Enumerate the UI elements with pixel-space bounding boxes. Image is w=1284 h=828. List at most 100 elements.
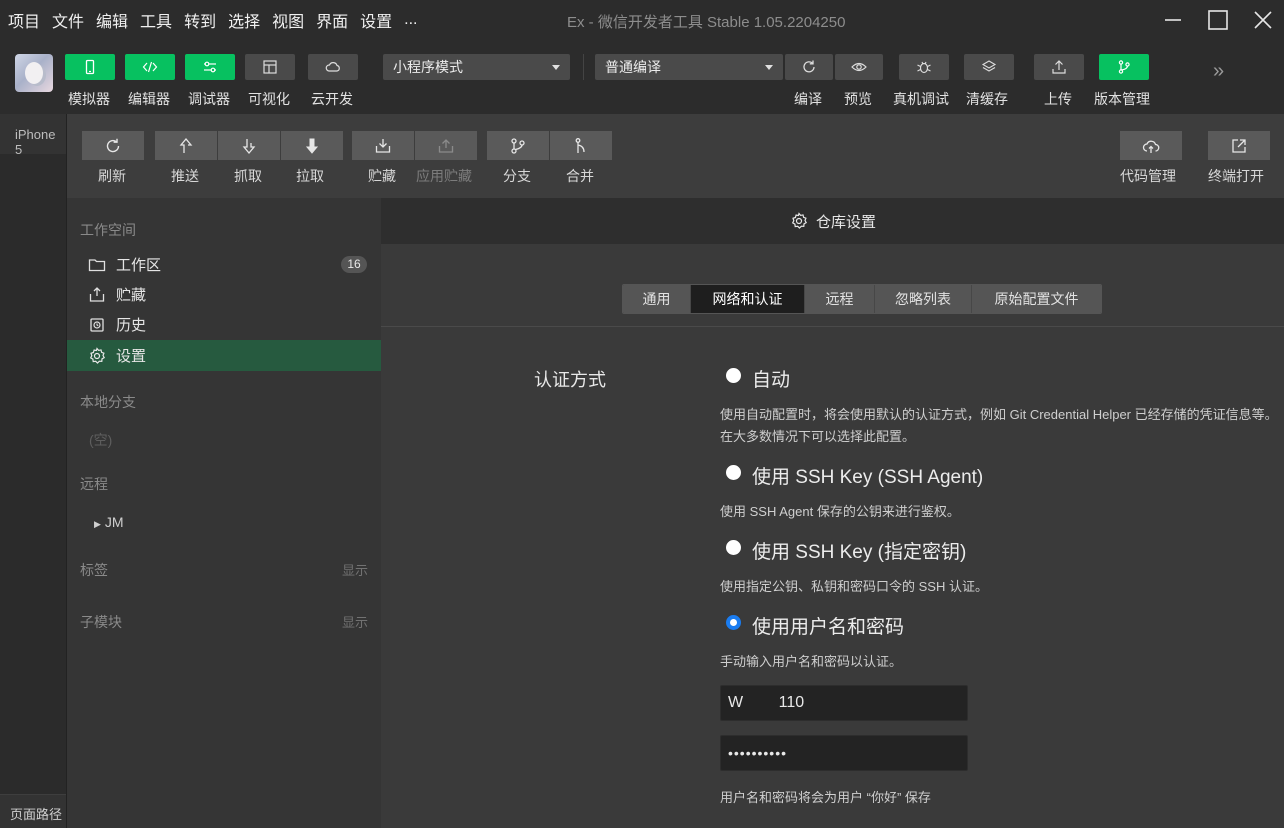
content-title-bar: 仓库设置 xyxy=(381,198,1284,244)
main-toolbar: 模拟器 编辑器 调试器 可视化 云开发 小程序模式 普通编译 编译 预览 真机调… xyxy=(0,40,1284,114)
terminal-open-button[interactable] xyxy=(1208,131,1270,160)
maximize-icon xyxy=(1208,10,1228,30)
option-ssh-agent-label[interactable]: 使用 SSH Key (SSH Agent) xyxy=(752,462,983,489)
sidebar-item-workspace[interactable]: 工作区 16 xyxy=(67,249,381,280)
sidebar-item-history[interactable]: 历史 xyxy=(67,309,381,340)
refresh-icon xyxy=(803,60,815,73)
upload-button[interactable] xyxy=(1034,54,1084,80)
tab-ignore-list[interactable]: 忽略列表 xyxy=(875,285,972,313)
remote-header: 远程 xyxy=(80,476,108,492)
gear-icon xyxy=(791,212,807,229)
folder-icon xyxy=(88,258,106,271)
refresh-label: 刷新 xyxy=(98,168,126,184)
avatar[interactable] xyxy=(15,54,53,92)
menu-file[interactable]: 文件 xyxy=(52,8,84,32)
workspace-header: 工作空间 xyxy=(80,222,136,238)
device-name[interactable]: iPhone 5 xyxy=(15,127,66,157)
radio-auto[interactable] xyxy=(726,368,741,383)
branch-button[interactable] xyxy=(487,131,549,160)
close-icon xyxy=(1254,11,1272,29)
merge-icon xyxy=(575,137,585,153)
compile-button[interactable] xyxy=(785,54,833,80)
radio-ssh-key[interactable] xyxy=(726,540,741,555)
radio-username-password[interactable] xyxy=(726,615,741,630)
maximize-button[interactable] xyxy=(1206,8,1230,32)
clear-cache-button[interactable] xyxy=(964,54,1014,80)
tags-header: 标签 xyxy=(80,562,108,578)
sidebar-item-settings[interactable]: 设置 xyxy=(67,340,381,371)
tab-raw-config[interactable]: 原始配置文件 xyxy=(972,285,1101,313)
minimize-button[interactable] xyxy=(1161,8,1185,32)
sidebar-item-label: 工作区 xyxy=(116,257,162,274)
tab-remote[interactable]: 远程 xyxy=(805,285,875,313)
option-username-password-label[interactable]: 使用用户名和密码 xyxy=(752,612,904,639)
push-button[interactable] xyxy=(155,131,217,160)
caret-right-icon: ▶ xyxy=(94,519,101,529)
gear-icon xyxy=(89,346,106,364)
tab-network-auth[interactable]: 网络和认证 xyxy=(691,285,805,313)
menu-settings[interactable]: 设置 xyxy=(360,8,392,32)
menu-tools[interactable]: 工具 xyxy=(140,8,172,32)
merge-label: 合并 xyxy=(566,168,594,184)
version-control-panel: 刷新 推送 抓取 拉取 贮藏 应用贮藏 分支 合并 代码管理 终端打开 工作空间… xyxy=(66,114,1284,828)
code-mgmt-label: 代码管理 xyxy=(1120,168,1176,184)
tab-general[interactable]: 通用 xyxy=(623,285,691,313)
username-input[interactable] xyxy=(720,685,968,721)
menu-more[interactable]: ... xyxy=(404,11,417,29)
cloud-label: 云开发 xyxy=(311,91,353,107)
apply-stash-button[interactable] xyxy=(415,131,477,160)
menu-view[interactable]: 视图 xyxy=(272,8,304,32)
sidebar-item-label: 历史 xyxy=(116,317,147,334)
pull-button[interactable] xyxy=(281,131,343,160)
preview-label: 预览 xyxy=(844,91,872,107)
option-auto-label[interactable]: 自动 xyxy=(752,365,790,392)
save-note: 用户名和密码将会为用户 “你好” 保存 xyxy=(720,790,931,805)
changes-count-badge: 16 xyxy=(341,256,367,273)
branch-label: 分支 xyxy=(503,168,531,184)
remote-item[interactable]: ▶ JM xyxy=(94,514,124,530)
cloud-icon xyxy=(325,62,340,72)
option-ssh-agent-desc: 使用 SSH Agent 保存的公钥来进行鉴权。 xyxy=(720,504,960,519)
simulator-label: 模拟器 xyxy=(68,91,110,107)
menu-select[interactable]: 选择 xyxy=(228,8,260,32)
fetch-icon xyxy=(242,138,256,154)
menu-edit[interactable]: 编辑 xyxy=(96,8,128,32)
code-icon xyxy=(142,61,158,73)
stash-icon xyxy=(89,286,105,302)
menu-goto[interactable]: 转到 xyxy=(184,8,216,32)
editor-button[interactable] xyxy=(125,54,175,80)
branch-icon xyxy=(1118,60,1130,74)
option-ssh-key-label[interactable]: 使用 SSH Key (指定密钥) xyxy=(752,537,966,564)
password-input[interactable] xyxy=(720,735,968,771)
radio-ssh-agent[interactable] xyxy=(726,465,741,480)
close-button[interactable] xyxy=(1251,8,1275,32)
option-auto-desc: 使用自动配置时，将会使用默认的认证方式，例如 Git Credential He… xyxy=(720,407,1278,444)
submodule-show-link[interactable]: 显示 xyxy=(342,612,368,631)
compile-select[interactable]: 普通编译 xyxy=(595,54,783,80)
merge-button[interactable] xyxy=(550,131,612,160)
remote-debug-button[interactable] xyxy=(899,54,949,80)
more-chevron-icon[interactable]: » xyxy=(1213,60,1224,83)
menu-interface[interactable]: 界面 xyxy=(316,8,348,32)
debugger-button[interactable] xyxy=(185,54,235,80)
simulator-header: iPhone 5 xyxy=(0,114,66,157)
sidebar-item-label: 设置 xyxy=(116,348,147,365)
stash-button[interactable] xyxy=(352,131,414,160)
sidebar-item-stash[interactable]: 贮藏 xyxy=(67,279,381,310)
simulator-footer: 页面路径 xyxy=(0,794,66,828)
remote-debug-label: 真机调试 xyxy=(893,91,949,107)
mode-select[interactable]: 小程序模式 xyxy=(383,54,570,80)
fetch-button[interactable] xyxy=(218,131,280,160)
tags-show-link[interactable]: 显示 xyxy=(342,560,368,579)
preview-button[interactable] xyxy=(835,54,883,80)
version-mgmt-button[interactable] xyxy=(1099,54,1149,80)
stash-icon xyxy=(375,138,391,153)
upload-label: 上传 xyxy=(1044,91,1072,107)
visual-button[interactable] xyxy=(245,54,295,80)
code-mgmt-button[interactable] xyxy=(1120,131,1182,160)
refresh-button[interactable] xyxy=(82,131,144,160)
simulator-button[interactable] xyxy=(65,54,115,80)
clear-cache-label: 清缓存 xyxy=(966,91,1008,107)
menu-project[interactable]: 项目 xyxy=(8,8,40,32)
cloud-button[interactable] xyxy=(308,54,358,80)
